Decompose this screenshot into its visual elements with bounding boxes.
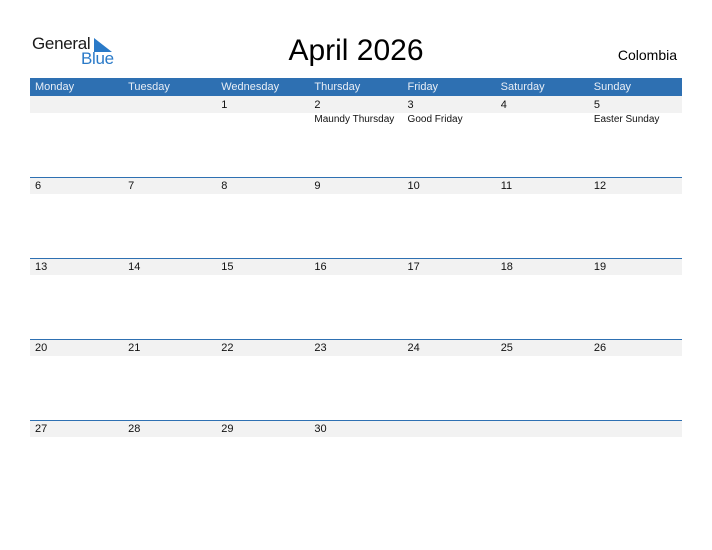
day-cell: 22 xyxy=(216,339,309,420)
day-number: 16 xyxy=(314,261,327,273)
day-number: 22 xyxy=(221,342,234,354)
day-number: 25 xyxy=(500,342,513,354)
day-cell: 20 xyxy=(30,339,123,420)
day-cell: 14 xyxy=(123,258,216,339)
day-number: 10 xyxy=(407,180,420,192)
day-number: 12 xyxy=(593,180,607,192)
weekday-thursday: Thursday xyxy=(314,81,361,93)
day-cell: 9 xyxy=(309,177,402,258)
day-cell: 10 xyxy=(403,177,496,258)
day-number: 7 xyxy=(128,180,135,192)
week-row: 20 21 22 23 24 25 26 xyxy=(30,339,682,420)
week-row: 1 2 Maundy Thursday 3 Good Friday 4 5 Easter Su… xyxy=(30,96,682,177)
day-number: 24 xyxy=(407,342,420,354)
day-number: 1 xyxy=(221,99,228,111)
day-number: 14 xyxy=(128,261,141,273)
day-number: 29 xyxy=(221,423,234,435)
day-number: 30 xyxy=(314,423,327,435)
day-cell: 13 xyxy=(30,258,123,339)
weekday-saturday: Saturday xyxy=(500,81,545,93)
week-row: 27 28 29 30 xyxy=(30,420,682,501)
weekday-friday: Friday xyxy=(407,81,439,93)
weekday-header: Monday Tuesday Wednesday Thursday Friday… xyxy=(30,78,682,96)
day-cell: 16 xyxy=(309,258,402,339)
page-title: April 2026 xyxy=(288,34,424,67)
day-cell: 2 Maundy Thursday xyxy=(309,96,402,177)
holiday-label: Maundy Thursday xyxy=(314,114,395,125)
weekday-monday: Monday xyxy=(35,81,75,93)
day-cell: 11 xyxy=(496,177,589,258)
day-number: 5 xyxy=(593,99,600,111)
day-cell: 24 xyxy=(403,339,496,420)
weekday-wednesday: Wednesday xyxy=(221,81,280,93)
day-number: 2 xyxy=(314,99,321,111)
day-cell: 17 xyxy=(403,258,496,339)
day-number: 28 xyxy=(128,423,141,435)
day-number: 19 xyxy=(593,261,607,273)
day-cell: 8 xyxy=(216,177,309,258)
day-cell xyxy=(123,96,216,177)
day-cell: 6 xyxy=(30,177,123,258)
week-row: 6 7 8 9 10 11 12 xyxy=(30,177,682,258)
holiday-label: Good Friday xyxy=(407,114,463,125)
day-cell: 21 xyxy=(123,339,216,420)
day-number: 11 xyxy=(500,180,513,192)
day-cell: 23 xyxy=(309,339,402,420)
day-cell xyxy=(589,420,682,501)
day-cell xyxy=(496,420,589,501)
holiday-label: Easter Sunday xyxy=(593,114,660,125)
day-number: 4 xyxy=(500,99,507,111)
day-number: 27 xyxy=(35,423,48,435)
day-number: 21 xyxy=(128,342,141,354)
day-cell: 29 xyxy=(216,420,309,501)
day-number: 13 xyxy=(35,261,48,273)
day-cell: 4 xyxy=(496,96,589,177)
day-cell: 30 xyxy=(309,420,402,501)
country-label: Colombia xyxy=(617,47,677,63)
weekday-sunday: Sunday xyxy=(593,81,632,93)
day-cell: 15 xyxy=(216,258,309,339)
day-number: 6 xyxy=(35,180,42,192)
day-number: 9 xyxy=(314,180,321,192)
weekday-tuesday: Tuesday xyxy=(128,81,170,93)
day-cell xyxy=(30,96,123,177)
day-cell xyxy=(403,420,496,501)
day-cell: 18 xyxy=(496,258,589,339)
day-number: 18 xyxy=(500,261,513,273)
day-number: 23 xyxy=(314,342,327,354)
day-cell: 25 xyxy=(496,339,589,420)
week-row: 13 14 15 16 17 18 19 xyxy=(30,258,682,339)
day-cell: 12 xyxy=(589,177,682,258)
day-number: 8 xyxy=(221,180,228,192)
day-number: 20 xyxy=(35,342,48,354)
day-cell: 5 Easter Sunday xyxy=(589,96,682,177)
day-cell: 26 xyxy=(589,339,682,420)
day-number: 17 xyxy=(407,261,420,273)
day-cell: 27 xyxy=(30,420,123,501)
day-cell: 7 xyxy=(123,177,216,258)
day-cell: 3 Good Friday xyxy=(403,96,496,177)
day-cell: 1 xyxy=(216,96,309,177)
day-number: 3 xyxy=(407,99,414,111)
day-cell: 28 xyxy=(123,420,216,501)
day-number: 26 xyxy=(593,342,607,354)
day-number: 15 xyxy=(221,261,234,273)
day-cell: 19 xyxy=(589,258,682,339)
